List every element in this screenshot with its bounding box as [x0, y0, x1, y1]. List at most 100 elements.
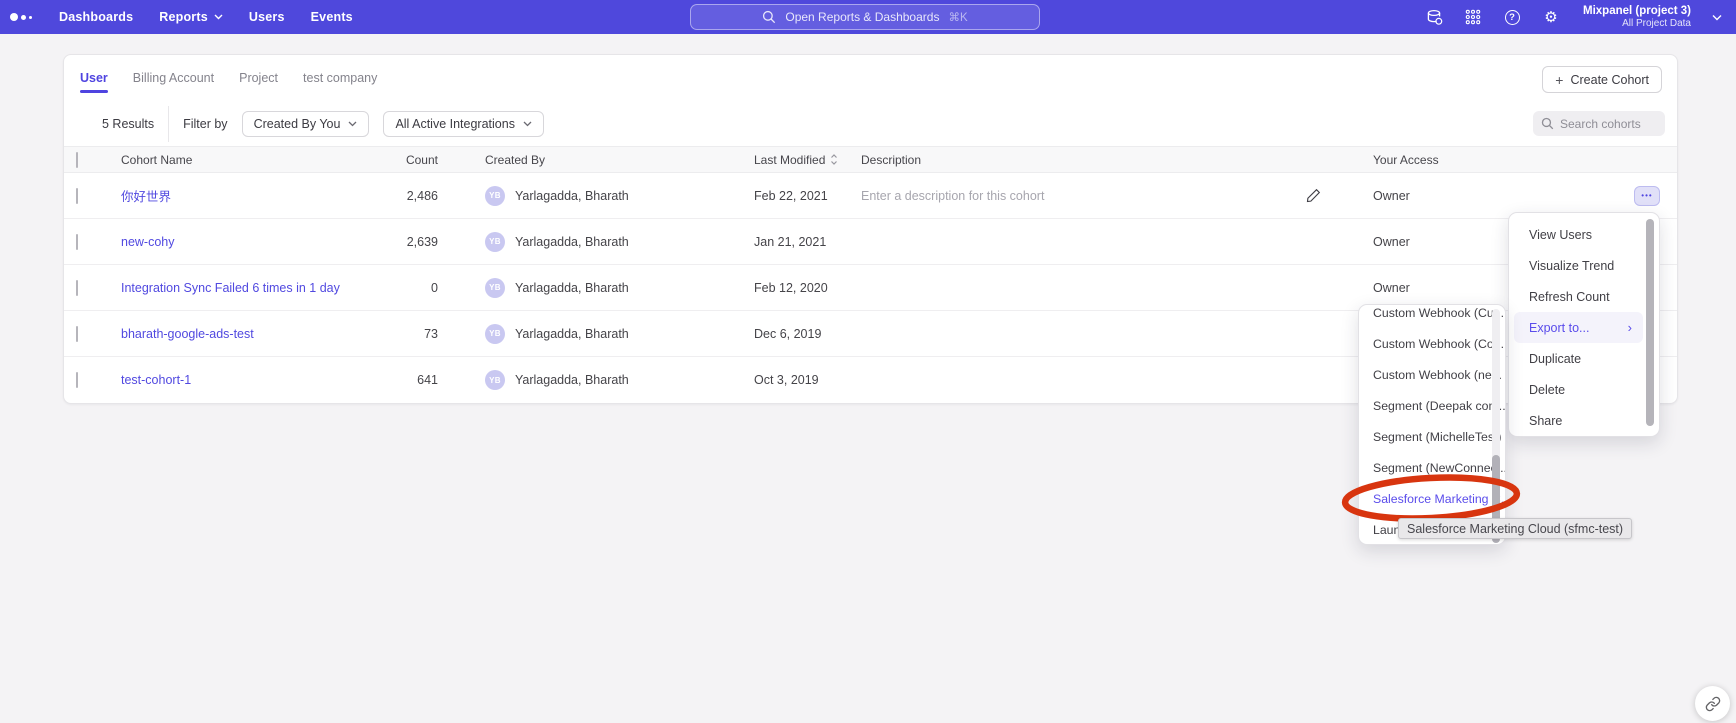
cohort-name-link[interactable]: new-cohy [108, 235, 374, 249]
create-cohort-button[interactable]: + Create Cohort [1542, 66, 1662, 93]
col-cohort-name[interactable]: Cohort Name [108, 153, 374, 167]
chevron-down-icon [348, 121, 357, 127]
table-row: 你好世界 2,486 YB Yarlagadda, Bharath Feb 22… [64, 173, 1677, 219]
cohort-search-input[interactable] [1560, 117, 1660, 131]
nav-dashboards[interactable]: Dashboards [46, 0, 146, 34]
avatar: YB [485, 278, 505, 298]
col-your-access[interactable]: Your Access [1373, 153, 1624, 167]
col-created-by[interactable]: Created By [444, 153, 754, 167]
description-cell[interactable]: Enter a description for this cohort [861, 188, 1373, 203]
created-by-cell: YB Yarlagadda, Bharath [444, 370, 754, 390]
settings-gear-icon[interactable]: ⚙ [1542, 8, 1560, 26]
filter-bar: 5 Results Filter by Created By You All A… [64, 101, 1677, 146]
cohort-search[interactable] [1533, 111, 1665, 136]
cohort-name-link[interactable]: Integration Sync Failed 6 times in 1 day [108, 281, 374, 295]
nav-reports[interactable]: Reports [146, 0, 236, 34]
data-management-icon[interactable] [1425, 8, 1443, 26]
mixpanel-logo-icon[interactable] [0, 13, 46, 21]
submenu-item-segment-2[interactable]: Segment (MichelleTest) [1359, 421, 1505, 452]
row-checkbox[interactable] [76, 372, 78, 388]
row-context-menu: View Users Visualize Trend Refresh Count… [1508, 212, 1660, 437]
submenu-item-custom-webhook-1[interactable]: Custom Webhook (Cu... [1359, 304, 1505, 328]
creator-name: Yarlagadda, Bharath [515, 235, 629, 249]
integrations-filter[interactable]: All Active Integrations [383, 111, 544, 137]
creator-name: Yarlagadda, Bharath [515, 281, 629, 295]
chevron-down-icon [523, 121, 532, 127]
share-link-button[interactable] [1695, 686, 1730, 721]
cohort-count: 2,639 [374, 235, 444, 249]
project-switcher[interactable]: Mixpanel (project 3) All Project Data [1583, 4, 1691, 31]
submenu-item-custom-webhook-3[interactable]: Custom Webhook (ne... [1359, 359, 1505, 390]
export-submenu: Custom Webhook (Cu... Custom Webhook (Co… [1358, 304, 1506, 545]
col-last-modified[interactable]: Last Modified [754, 153, 861, 167]
avatar: YB [485, 370, 505, 390]
tab-user[interactable]: User [80, 55, 108, 101]
tooltip: Salesforce Marketing Cloud (sfmc-test) [1398, 518, 1632, 539]
col-count[interactable]: Count [374, 153, 444, 167]
cohort-type-tabs: User Billing Account Project test compan… [64, 55, 1677, 101]
cohort-name-link[interactable]: test-cohort-1 [108, 373, 374, 387]
last-modified-cell: Feb 22, 2021 [754, 189, 861, 203]
sort-icon [830, 154, 838, 165]
chevron-down-icon [214, 14, 223, 20]
description-placeholder: Enter a description for this cohort [861, 189, 1044, 203]
created-by-cell: YB Yarlagadda, Bharath [444, 324, 754, 344]
tab-billing-account[interactable]: Billing Account [133, 55, 214, 101]
row-checkbox[interactable] [76, 326, 78, 342]
menu-item-duplicate[interactable]: Duplicate [1509, 343, 1659, 374]
apps-grid-icon[interactable] [1464, 8, 1482, 26]
menu-item-export-to[interactable]: Export to... › [1514, 312, 1643, 343]
avatar: YB [485, 186, 505, 206]
menu-scrollbar[interactable] [1646, 219, 1654, 426]
submenu-item-segment-3[interactable]: Segment (NewConnec... [1359, 452, 1505, 483]
search-icon [762, 10, 776, 24]
created-by-filter[interactable]: Created By You [242, 111, 370, 137]
row-checkbox[interactable] [76, 188, 78, 204]
keyboard-shortcut: ⌘K [948, 10, 967, 24]
creator-name: Yarlagadda, Bharath [515, 327, 629, 341]
top-nav: Dashboards Reports Users Events Open Rep… [0, 0, 1736, 34]
help-icon[interactable]: ? [1503, 8, 1521, 26]
menu-item-delete[interactable]: Delete [1509, 374, 1659, 405]
cohort-name-link[interactable]: 你好世界 [108, 186, 374, 205]
chevron-right-icon: › [1628, 320, 1632, 335]
created-by-cell: YB Yarlagadda, Bharath [444, 278, 754, 298]
tab-test-company[interactable]: test company [303, 55, 377, 101]
row-actions-button[interactable]: ••• [1634, 186, 1660, 206]
search-icon [1541, 117, 1554, 130]
created-by-cell: YB Yarlagadda, Bharath [444, 186, 754, 206]
table-row: new-cohy 2,639 YB Yarlagadda, Bharath Ja… [64, 219, 1677, 265]
pencil-icon[interactable] [1306, 188, 1321, 203]
nav-users[interactable]: Users [236, 0, 298, 34]
project-scope: All Project Data [1583, 18, 1691, 31]
plus-icon: + [1555, 72, 1563, 88]
last-modified-cell: Oct 3, 2019 [754, 373, 861, 387]
divider [168, 106, 169, 142]
select-all-checkbox[interactable] [76, 152, 78, 168]
cohort-count: 2,486 [374, 189, 444, 203]
chevron-down-icon[interactable] [1712, 14, 1722, 21]
menu-item-visualize-trend[interactable]: Visualize Trend [1509, 250, 1659, 281]
tab-project[interactable]: Project [239, 55, 278, 101]
global-search[interactable]: Open Reports & Dashboards ⌘K [690, 4, 1040, 30]
creator-name: Yarlagadda, Bharath [515, 373, 629, 387]
col-description[interactable]: Description [861, 153, 1373, 167]
creator-name: Yarlagadda, Bharath [515, 189, 629, 203]
cohort-count: 0 [374, 281, 444, 295]
nav-events[interactable]: Events [298, 0, 366, 34]
menu-item-share[interactable]: Share [1509, 405, 1659, 436]
row-checkbox[interactable] [76, 234, 78, 250]
row-checkbox[interactable] [76, 280, 78, 296]
table-header: Cohort Name Count Created By Last Modifi… [64, 146, 1677, 173]
submenu-item-segment-1[interactable]: Segment (Deepak con... [1359, 390, 1505, 421]
created-by-cell: YB Yarlagadda, Bharath [444, 232, 754, 252]
cohort-name-link[interactable]: bharath-google-ads-test [108, 327, 374, 341]
link-icon [1705, 696, 1721, 712]
submenu-item-custom-webhook-2[interactable]: Custom Webhook (Co... [1359, 328, 1505, 359]
menu-item-refresh-count[interactable]: Refresh Count [1509, 281, 1659, 312]
access-cell: Owner [1373, 189, 1624, 203]
cohort-count: 641 [374, 373, 444, 387]
menu-item-view-users[interactable]: View Users [1509, 219, 1659, 250]
submenu-item-salesforce-marketing-cloud[interactable]: Salesforce Marketing C... [1359, 483, 1505, 514]
last-modified-cell: Dec 6, 2019 [754, 327, 861, 341]
